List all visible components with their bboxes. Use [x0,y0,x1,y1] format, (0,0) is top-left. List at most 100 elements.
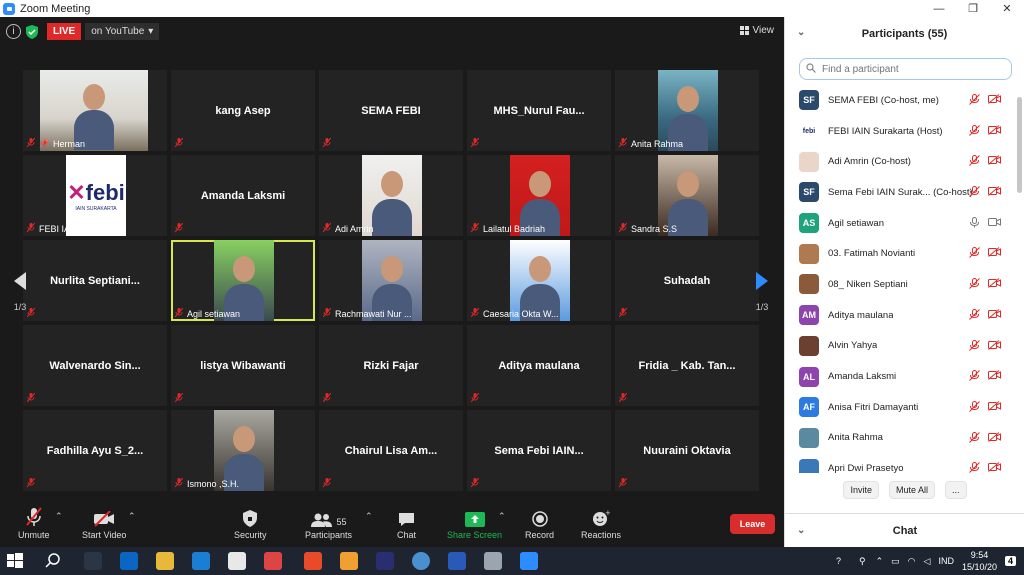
participant-tile[interactable]: Agil setiawan [171,240,315,321]
live-badge[interactable]: LIVE [47,23,82,40]
unmute-button[interactable]: Unmute [18,505,50,540]
mic-muted-icon[interactable] [969,370,980,384]
participant-tile[interactable]: Sema Febi IAIN... [467,410,611,491]
edge-icon[interactable] [192,552,210,570]
participant-search-input[interactable] [820,62,974,76]
share-screen-button[interactable]: Share Screen [447,505,502,540]
maximize-button[interactable]: ❐ [956,0,990,17]
collapse-chevron-icon[interactable]: ⌄ [797,27,805,38]
minimize-button[interactable]: — [922,0,956,17]
battery-icon[interactable]: ▭ [891,556,900,567]
camera-off-icon[interactable] [988,278,1001,292]
previous-page-button[interactable]: 1/3 [10,264,30,324]
encryption-shield-icon[interactable] [25,24,39,39]
camera-off-icon[interactable] [988,339,1001,354]
participant-tile[interactable]: Nuuraini Oktavia [615,410,759,491]
participant-tile[interactable]: Fridia _ Kab. Tan... [615,325,759,406]
store-icon[interactable] [228,552,246,570]
mute-all-button[interactable]: Mute All [888,481,935,499]
dropbox-icon[interactable] [120,552,138,570]
participant-tile[interactable]: kang Asep [171,70,315,151]
participants-options-chevron-icon[interactable]: ⌃ [365,511,373,522]
participant-list-scrollbar[interactable] [1017,97,1022,193]
camera-off-icon[interactable] [988,186,1001,200]
participant-tile[interactable]: SEMA FEBI [319,70,463,151]
participant-row[interactable]: AL Amanda Laksmi [785,361,1017,392]
start-video-button[interactable]: Start Video [82,505,126,540]
participant-tile[interactable]: Fadhilla Ayu S_2... [23,410,167,491]
mic-icon[interactable] [969,216,980,231]
participants-button[interactable]: 55 Participants [305,505,352,540]
mic-muted-icon[interactable] [969,186,980,200]
close-button[interactable]: ✕ [990,0,1024,17]
camera-off-icon[interactable] [988,462,1001,473]
leave-button[interactable]: Leave [730,514,775,534]
participant-row[interactable]: 03. Fatimah Novianti [785,238,1017,269]
collapse-chevron-icon[interactable]: ⌄ [797,525,805,536]
camera-off-icon[interactable] [988,308,1001,323]
mic-muted-icon[interactable] [969,94,980,108]
camera-off-icon[interactable] [988,155,1001,169]
chat-panel-header[interactable]: ⌄ Chat [785,513,1024,548]
info-icon[interactable]: i [6,24,21,39]
word-icon[interactable] [448,552,466,570]
photoshop-icon[interactable] [376,552,394,570]
task-view-icon[interactable] [84,552,102,570]
participant-tile[interactable]: Walvenardo Sin... [23,325,167,406]
participant-tile[interactable]: Anita Rahma [615,70,759,151]
participant-row[interactable]: Adi Amrin (Co-host) [785,146,1017,177]
reactions-button[interactable]: + Reactions [581,505,621,540]
participant-tile[interactable]: Aditya maulana [467,325,611,406]
participant-tile[interactable]: Lailatul Badriah [467,155,611,236]
camera-off-icon[interactable] [988,124,1001,139]
participant-tile[interactable]: MHS_Nurul Fau... [467,70,611,151]
volume-icon[interactable]: ◁ [924,556,931,567]
camera-off-icon[interactable] [988,431,1001,446]
live-stream-dropdown[interactable]: on YouTube ▾ [85,23,160,40]
mic-muted-icon[interactable] [969,400,980,415]
participant-row[interactable]: SF SEMA FEBI (Co-host, me) [785,85,1017,116]
participant-tile[interactable]: Rachmawati Nur ... [319,240,463,321]
participant-row[interactable]: SF Sema Febi IAIN Surak... (Co-host) [785,177,1017,208]
participant-tile[interactable]: Suhadah [615,240,759,321]
language-indicator[interactable]: IND [938,556,954,566]
wifi-icon[interactable]: ◠ [908,556,916,567]
participant-tile[interactable]: Sandra S.S [615,155,759,236]
invite-button[interactable]: Invite [843,481,879,499]
windows-start-icon[interactable] [6,552,24,570]
participant-tile[interactable]: Caesaria Okta W... [467,240,611,321]
app-icon[interactable] [304,552,322,570]
view-button[interactable]: View [739,25,774,36]
participant-tile[interactable]: ✕febi IAIN SURAKARTA FEBI IAIN Surakar... [23,155,167,236]
help-icon[interactable]: ? [836,556,841,566]
participant-tile[interactable]: Chairul Lisa Am... [319,410,463,491]
mic-muted-icon[interactable] [969,431,980,446]
participant-tile[interactable]: Adi Amrin [319,155,463,236]
zoom-taskbar-icon[interactable] [520,552,538,570]
next-page-button[interactable]: 1/3 [752,264,772,324]
participant-tile[interactable]: Amanda Laksmi [171,155,315,236]
camera-off-icon[interactable] [988,400,1001,415]
participant-tile[interactable]: listya Wibawanti [171,325,315,406]
taskbar-search-icon[interactable] [44,552,62,570]
participant-row[interactable]: febi FEBI IAIN Surakarta (Host) [785,116,1017,147]
audio-options-chevron-icon[interactable]: ⌃ [55,511,63,522]
mic-muted-icon[interactable] [969,124,980,139]
mic-muted-icon[interactable] [969,247,980,261]
participant-tile[interactable]: 📌 Herman [23,70,167,151]
mic-muted-icon[interactable] [969,339,980,354]
participant-row[interactable]: AF Anisa Fitri Damayanti [785,392,1017,423]
notification-badge[interactable]: 4 [1004,556,1016,566]
app-icon[interactable] [484,552,502,570]
more-options-button[interactable]: ... [945,481,967,499]
tray-chevron-icon[interactable]: ⌃ [876,556,884,567]
share-options-chevron-icon[interactable]: ⌃ [498,511,506,522]
file-explorer-icon[interactable] [156,552,174,570]
participant-row[interactable]: Apri Dwi Prasetyo [785,453,1017,473]
camera-off-icon[interactable] [988,94,1001,108]
mic-muted-icon[interactable] [969,462,980,473]
participant-row[interactable]: Alvin Yahya [785,331,1017,362]
participant-row[interactable]: AS Agil setiawan [785,208,1017,239]
camera-icon[interactable] [988,217,1001,231]
mic-muted-icon[interactable] [969,155,980,169]
